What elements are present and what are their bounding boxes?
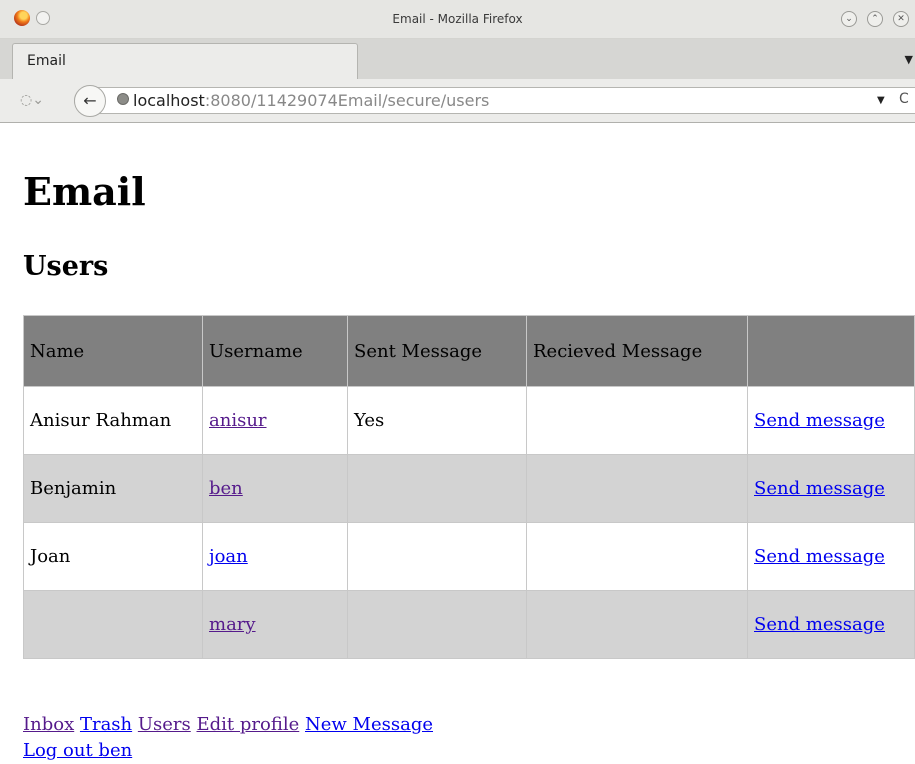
cell-username: ben	[202, 454, 348, 523]
inbox-link[interactable]: Inbox	[23, 714, 74, 735]
tab-label: Email	[27, 53, 66, 69]
cell-username: joan	[202, 522, 348, 591]
cell-username: mary	[202, 590, 348, 659]
tab-bar: Email ▼	[0, 39, 915, 79]
cell-name: Anisur Rahman	[23, 386, 203, 455]
header-actions	[747, 315, 915, 387]
users-link[interactable]: Users	[138, 714, 191, 735]
maximize-button[interactable]: ⌃	[867, 11, 883, 27]
header-name: Name	[23, 315, 203, 387]
cell-username: anisur	[202, 386, 348, 455]
header-received-message: Recieved Message	[526, 315, 748, 387]
history-icon[interactable]: ◌⌄	[20, 92, 44, 108]
username-link[interactable]: anisur	[209, 410, 267, 431]
cell-sent: Yes	[347, 386, 527, 455]
url-path: :8080/11429074Email/secure/users	[204, 91, 490, 110]
navigation-toolbar: ◌⌄ ← localhost:8080/11429074Email/secure…	[0, 79, 915, 123]
page-title: Email	[23, 169, 146, 214]
send-message-link[interactable]: Send message	[754, 478, 885, 499]
cell-received	[526, 386, 748, 455]
reload-icon[interactable]: C	[899, 91, 909, 107]
tab-list-dropdown-icon[interactable]: ▼	[905, 53, 913, 66]
cell-sent	[347, 590, 527, 659]
cell-name: Joan	[23, 522, 203, 591]
back-button[interactable]: ←	[74, 85, 106, 117]
username-link[interactable]: joan	[209, 546, 248, 567]
footer-nav: Inbox Trash Users Edit profile New Messa…	[23, 712, 433, 764]
cell-action: Send message	[747, 522, 915, 591]
cell-sent	[347, 522, 527, 591]
section-title: Users	[23, 251, 109, 282]
url-text[interactable]: localhost:8080/11429074Email/secure/user…	[133, 91, 489, 110]
site-identity-icon[interactable]	[117, 93, 129, 105]
page-content: Email Users Name Username Sent Message R…	[0, 123, 915, 764]
cell-action: Send message	[747, 590, 915, 659]
cell-action: Send message	[747, 386, 915, 455]
header-sent-message: Sent Message	[347, 315, 527, 387]
cell-received	[526, 522, 748, 591]
cell-received	[526, 590, 748, 659]
users-table: Name Username Sent Message Recieved Mess…	[23, 315, 915, 659]
edit-profile-link[interactable]: Edit profile	[197, 714, 300, 735]
username-link[interactable]: mary	[209, 614, 256, 635]
send-message-link[interactable]: Send message	[754, 546, 885, 567]
header-username: Username	[202, 315, 348, 387]
send-message-link[interactable]: Send message	[754, 614, 885, 635]
url-host: localhost	[133, 91, 205, 110]
new-message-link[interactable]: New Message	[305, 714, 433, 735]
window-titlebar: Email - Mozilla Firefox ⌄ ⌃ ✕	[0, 0, 915, 39]
cell-name	[23, 590, 203, 659]
trash-link[interactable]: Trash	[80, 714, 132, 735]
logout-link[interactable]: Log out ben	[23, 740, 132, 761]
tab-email[interactable]: Email	[12, 43, 358, 79]
minimize-button[interactable]: ⌄	[841, 11, 857, 27]
table-row: Benjamin ben Send message	[23, 454, 915, 523]
cell-sent	[347, 454, 527, 523]
cell-received	[526, 454, 748, 523]
username-link[interactable]: ben	[209, 478, 243, 499]
url-dropdown-icon[interactable]: ▼	[877, 95, 885, 106]
cell-name: Benjamin	[23, 454, 203, 523]
table-row: Joan joan Send message	[23, 522, 915, 591]
send-message-link[interactable]: Send message	[754, 410, 885, 431]
table-row: Anisur Rahman anisur Yes Send message	[23, 386, 915, 455]
close-button[interactable]: ✕	[893, 11, 909, 27]
table-row: mary Send message	[23, 590, 915, 659]
window-title: Email - Mozilla Firefox	[392, 12, 523, 26]
table-header-row: Name Username Sent Message Recieved Mess…	[23, 315, 915, 387]
cell-action: Send message	[747, 454, 915, 523]
